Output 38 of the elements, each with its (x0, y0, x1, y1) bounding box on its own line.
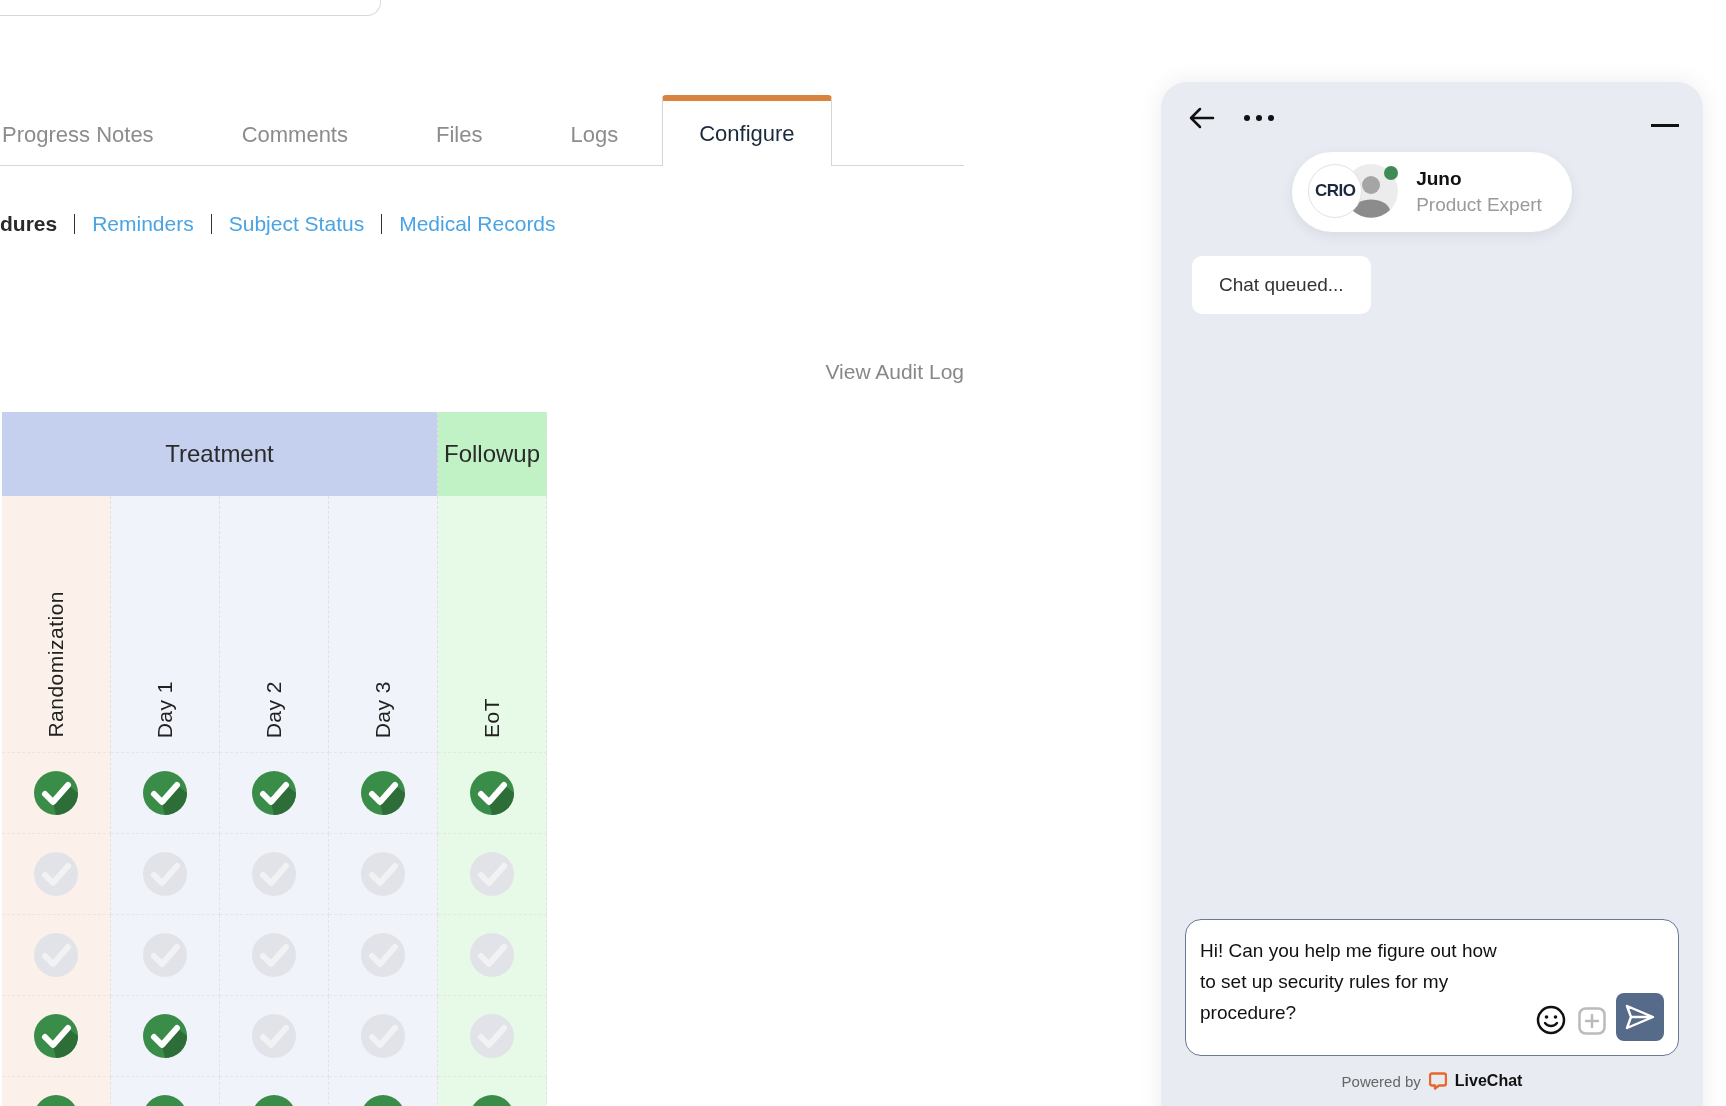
tab[interactable]: Logs (526, 105, 663, 165)
agent-role: Product Expert (1416, 194, 1542, 216)
tab[interactable]: Files (392, 105, 527, 165)
brand-name: LiveChat (1454, 1072, 1523, 1090)
tab[interactable]: Comments (197, 105, 392, 165)
tab[interactable]: Progress Notes (0, 105, 198, 165)
group-header: Followup (438, 412, 547, 496)
sub-nav-link[interactable]: Subject Status (228, 212, 365, 236)
audit-log-link[interactable]: View Audit Log (825, 360, 964, 384)
group-header: Treatment (2, 412, 438, 496)
send-icon (1625, 1004, 1655, 1030)
emoji-icon[interactable] (1536, 1005, 1566, 1035)
check-icon[interactable] (34, 1014, 78, 1058)
check-icon[interactable] (143, 1014, 187, 1058)
unchecked-icon[interactable] (34, 852, 78, 896)
sub-nav-link[interactable]: Medical Records (399, 212, 556, 236)
column-label: Day 2 (262, 680, 286, 738)
unchecked-icon[interactable] (34, 933, 78, 977)
agent-name: Juno (1416, 168, 1463, 190)
tab[interactable]: Configure (662, 95, 832, 166)
powered-by-text: Powered by (1341, 1072, 1421, 1090)
company-logo: CRIO (1308, 164, 1363, 218)
column-label: Day 3 (371, 680, 395, 738)
column-label: Day 1 (153, 680, 177, 738)
sub-nav-link[interactable]: dures (0, 212, 58, 236)
sub-nav-link[interactable]: Reminders (92, 212, 194, 236)
message-input[interactable]: Hi! Can you help me figure out how to set up security rules for my procedure? (1185, 919, 1679, 1056)
check-icon[interactable] (470, 771, 514, 815)
check-icon[interactable] (143, 771, 187, 815)
check-icon[interactable] (252, 771, 296, 815)
column-label: EoT (480, 698, 504, 738)
attach-plus-icon[interactable] (1578, 1007, 1606, 1035)
chat-message: Chat queued... (1192, 256, 1371, 314)
speech-bubble-icon (1428, 1072, 1447, 1090)
column-label: Randomization (44, 591, 68, 738)
check-icon[interactable] (361, 771, 405, 815)
check-icon[interactable] (34, 771, 78, 815)
send-button[interactable] (1616, 993, 1664, 1041)
